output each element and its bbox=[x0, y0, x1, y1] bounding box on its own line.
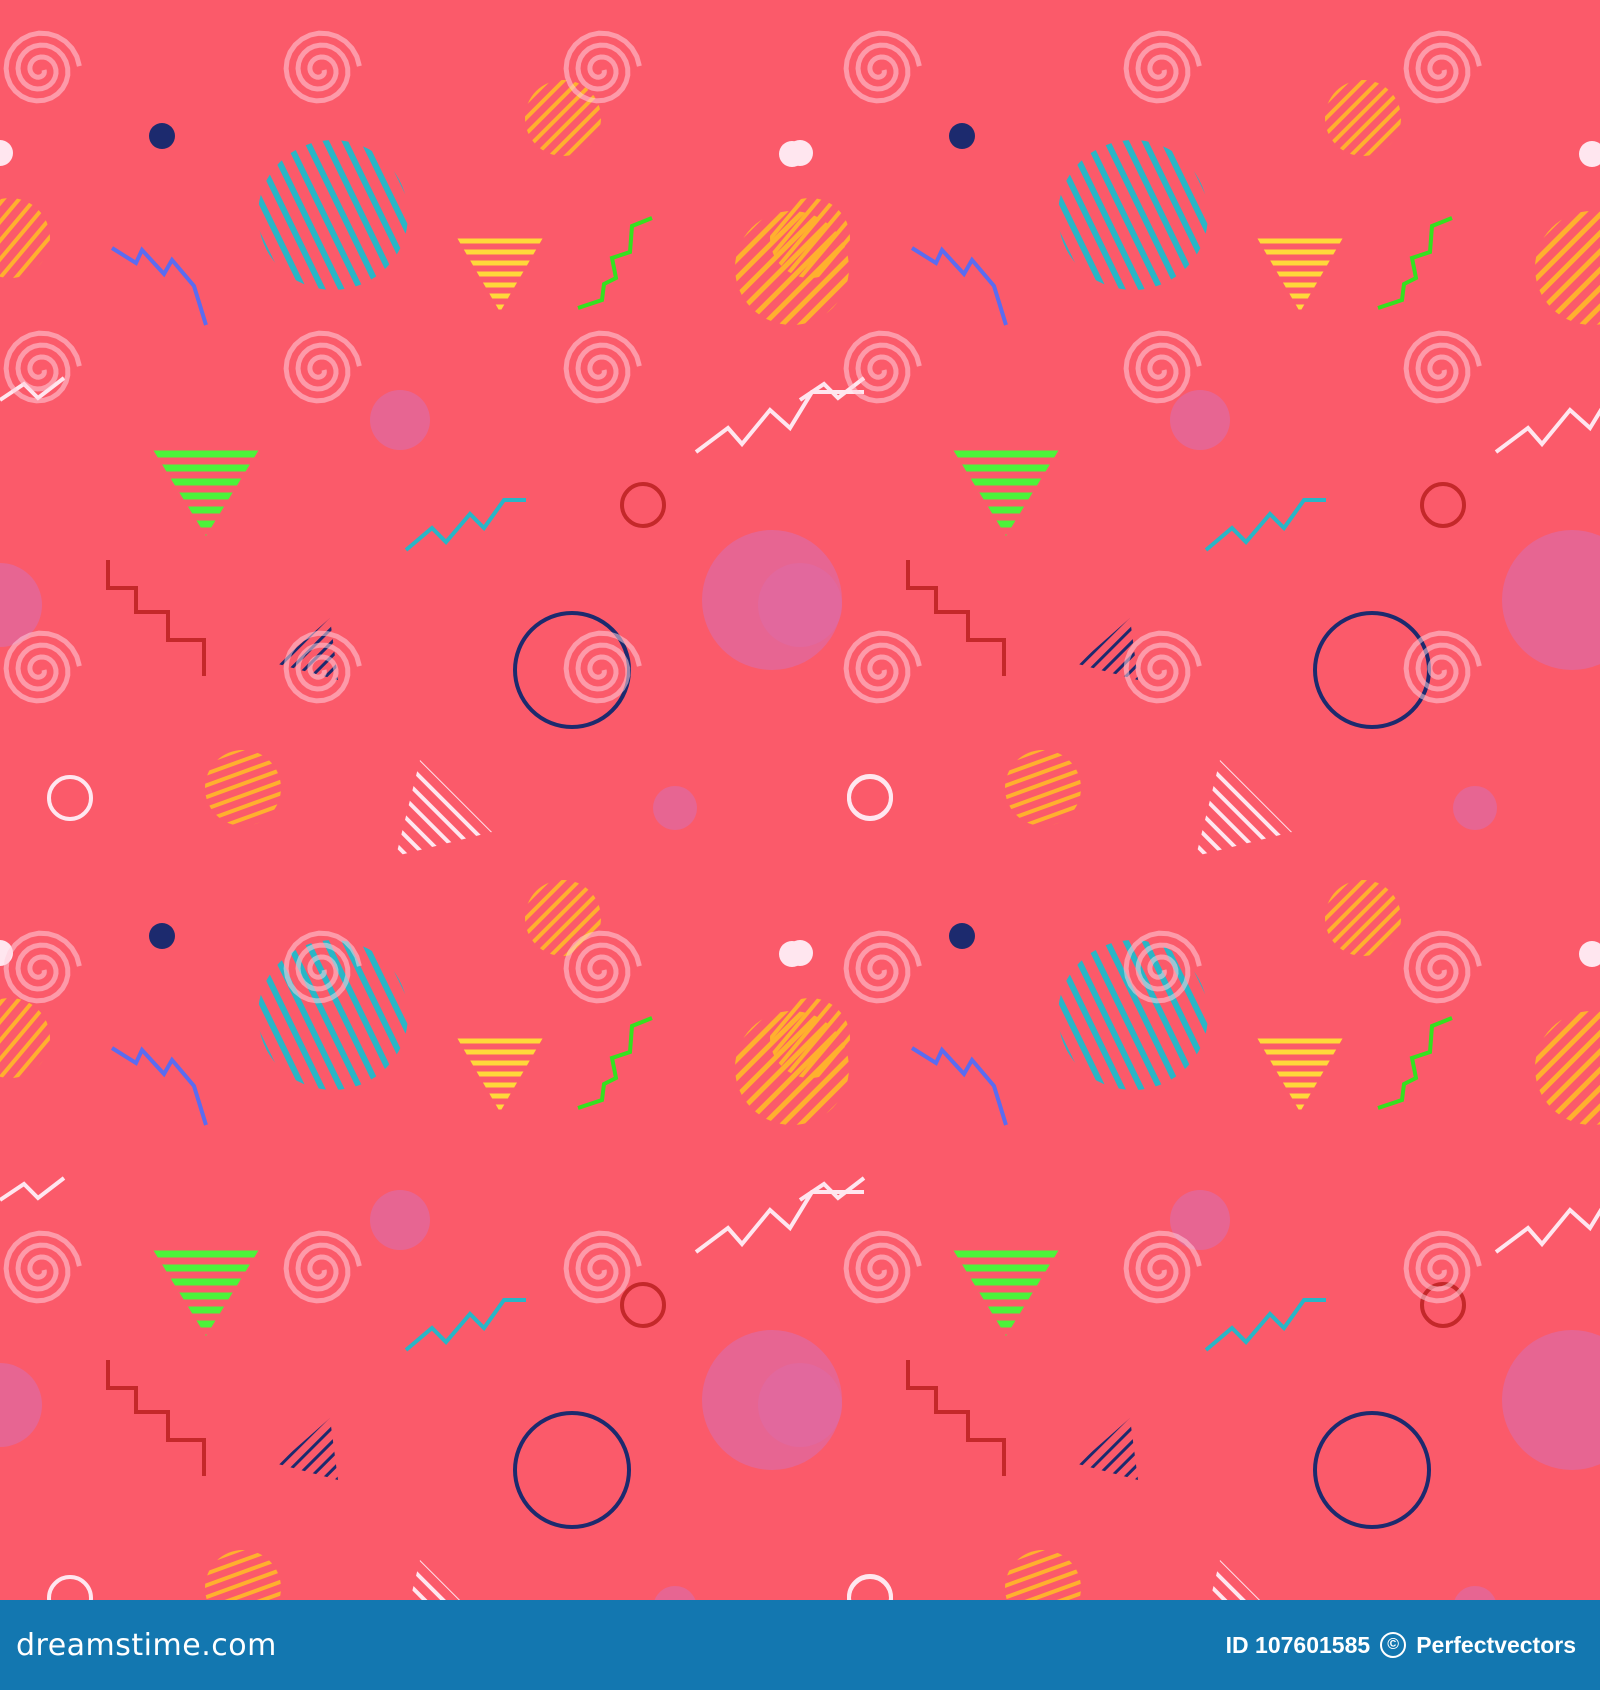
solid-dot bbox=[1170, 1190, 1230, 1250]
solid-dot bbox=[949, 923, 975, 949]
solid-dot bbox=[653, 786, 697, 830]
solid-dot bbox=[758, 563, 842, 647]
image-credit: ID 107601585 © Perfectvectors bbox=[1226, 1632, 1576, 1659]
solid-dot bbox=[1170, 390, 1230, 450]
solid-dot bbox=[1453, 786, 1497, 830]
memphis-pattern-illustration bbox=[0, 0, 1600, 1600]
solid-dot bbox=[149, 123, 175, 149]
solid-dot bbox=[370, 1190, 430, 1250]
brand-watermark[interactable]: dreamstime.com bbox=[16, 1628, 277, 1663]
solid-dot bbox=[787, 940, 813, 966]
image-id: ID 107601585 bbox=[1225, 1631, 1371, 1658]
solid-dot bbox=[949, 123, 975, 149]
solid-dot bbox=[758, 1363, 842, 1447]
solid-dot bbox=[149, 923, 175, 949]
solid-dot bbox=[370, 390, 430, 450]
solid-dot bbox=[787, 140, 813, 166]
image-author: Perfectvectors bbox=[1416, 1631, 1576, 1658]
footer-bar: dreamstime.com ID 107601585 © Perfectvec… bbox=[0, 1600, 1600, 1690]
copyright-icon: © bbox=[1380, 1632, 1407, 1658]
